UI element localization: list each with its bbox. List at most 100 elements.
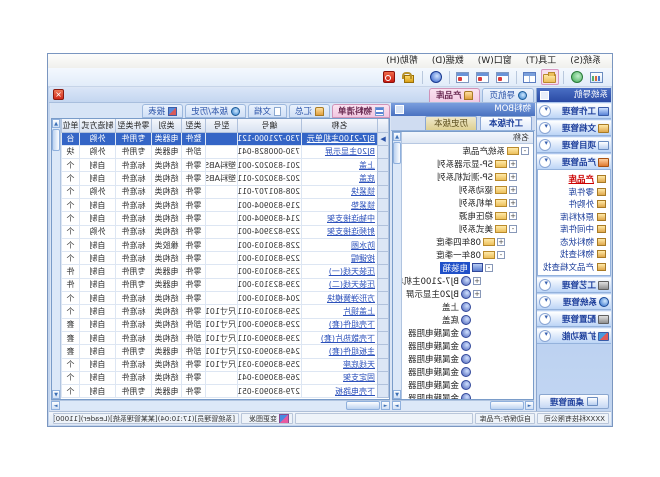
tree-node[interactable]: + 单机系列 (402, 196, 533, 209)
chevron-down-icon[interactable] (539, 139, 551, 151)
tree-node[interactable]: - 美式系列 (402, 222, 533, 235)
calendar-icon[interactable] (494, 69, 512, 85)
expander-icon[interactable]: + (509, 173, 517, 181)
tree-node[interactable]: + 驱动系列 (402, 183, 533, 196)
tree-node[interactable]: + 稳压电源 (402, 209, 533, 222)
version-tab[interactable]: 历史版本 (425, 116, 477, 130)
tree-node[interactable]: 金属膜电阻器 (402, 326, 533, 339)
menu-item[interactable]: 帮助(H) (379, 55, 425, 68)
expander-icon[interactable]: - (509, 225, 517, 233)
table-row[interactable]: 锁紧垫 219-830904-001 零件 结构类 标准件 自制 个 (62, 198, 389, 211)
table-icon[interactable] (521, 69, 539, 85)
expander-icon[interactable]: + (473, 290, 481, 298)
cell-name[interactable]: 固定支架 (302, 371, 378, 384)
scroll-thumb[interactable] (490, 401, 524, 410)
calendar-icon[interactable] (474, 69, 492, 85)
expander-icon[interactable]: - (485, 264, 493, 272)
menu-item[interactable]: 工具(T) (519, 55, 564, 68)
tree-node[interactable]: 金属膜电阻器 (402, 391, 533, 399)
table-row[interactable]: 射频连接支架 229-823904-001 零件 结构类 标准件 外购 个 (62, 225, 389, 238)
scroll-right-icon[interactable]: ► (51, 401, 60, 410)
expander-icon[interactable]: + (509, 186, 517, 194)
expander-icon[interactable]: - (497, 251, 505, 259)
tree-node[interactable]: + BJ20主显示屏 (402, 287, 533, 300)
cell-name[interactable]: 下壳组件(套) (302, 318, 378, 331)
cell-name[interactable]: 锁紧垫 (302, 198, 378, 211)
table-row[interactable]: 天线底座 259-830903-031 尺寸1010 零件 结构类 标准件 自制… (62, 358, 389, 371)
expander-icon[interactable]: + (509, 212, 517, 220)
globe-green-icon[interactable] (568, 69, 586, 85)
sphere-help-icon[interactable] (427, 69, 445, 85)
chart-icon[interactable] (588, 69, 606, 85)
menu-item[interactable]: 数据(D) (425, 55, 471, 68)
cell-name[interactable]: 压装天线(二) (302, 278, 378, 291)
chevron-down-icon[interactable] (539, 330, 551, 342)
table-row[interactable]: 防水圈 228-830103-001 零件 橡胶类 标准件 自制 个 (62, 238, 389, 251)
cell-name[interactable]: 下壳电路板 (302, 385, 378, 398)
cell-name[interactable]: BJ20主显示屏 (302, 145, 378, 158)
sidebar-header-icon[interactable] (540, 91, 549, 100)
sidebar-group-bar[interactable]: 工作管理 (537, 103, 611, 119)
close-icon[interactable]: × (53, 89, 64, 100)
expander-icon[interactable]: - (521, 147, 529, 155)
cell-name[interactable]: 中轴连接支架 (302, 212, 378, 225)
table-vertical-scrollbar[interactable]: ▲ ▼ (52, 119, 61, 399)
scroll-down-icon[interactable]: ▼ (52, 390, 60, 399)
table-row[interactable]: 固定支架 269-830903-041 零件 结构类 标准件 自制 个 (62, 371, 389, 384)
tree-node[interactable]: + SP-测试机系列 (402, 170, 533, 183)
scroll-thumb[interactable] (52, 129, 60, 151)
sidebar-item[interactable]: 原材料库 (538, 211, 610, 224)
scroll-left-icon[interactable]: ◄ (381, 401, 390, 410)
expander-icon[interactable]: + (497, 238, 505, 246)
table-row[interactable]: 下壳散热片(套) 239-830903-011 尺寸1010 部件 结构类 标准… (62, 331, 389, 344)
grid-view-button[interactable]: 报表 (142, 104, 183, 118)
tree-node[interactable]: + BJ7-2100主机单元 (402, 274, 533, 287)
tree-node[interactable]: + 08年四季度 (402, 235, 533, 248)
sidebar-group-bar[interactable]: 项目管理 (537, 137, 611, 153)
sidebar-group-bar[interactable]: 文档管理 (537, 120, 611, 136)
table-row[interactable]: BJ20主显示屏 730-000828-041 部件 电器类 专用件 外购 块 (62, 145, 389, 158)
scroll-up-icon[interactable]: ▲ (393, 132, 401, 141)
cell-name[interactable]: 上盖 (302, 159, 378, 172)
tree-node[interactable]: 底盖 (402, 313, 533, 326)
column-header[interactable]: 型号 (206, 119, 238, 132)
column-header[interactable]: 类型 (182, 119, 206, 132)
cell-name[interactable]: 压装天线(一) (302, 265, 378, 278)
sidebar-item[interactable]: 物料查找 (538, 248, 610, 261)
table-horizontal-scrollbar[interactable]: ◄ ► (51, 400, 390, 410)
version-tab[interactable]: 工作版本 (480, 116, 532, 130)
sidebar-item[interactable]: 产品文档查找 (538, 261, 610, 274)
document-tab[interactable]: 导航页 (482, 88, 534, 102)
expander-icon[interactable]: + (509, 160, 517, 168)
sidebar-item[interactable]: 中间件库 (538, 223, 610, 236)
tree-node[interactable]: 上盖 (402, 300, 533, 313)
sidebar-item[interactable]: 产品库 (538, 173, 610, 186)
power-exit-icon[interactable] (380, 69, 398, 85)
tree-node[interactable]: - 电装箱 (402, 261, 533, 274)
sidebar-bottom-tab[interactable]: 桌面管理 (539, 394, 609, 409)
table-row[interactable]: 下壳组件(套) 229-830903-001 尺寸1010 部件 结构类 标准件… (62, 318, 389, 331)
calendar-icon[interactable] (454, 69, 472, 85)
menu-item[interactable]: 窗口(W) (471, 55, 519, 68)
cell-name[interactable]: 天线底座 (302, 358, 378, 371)
tree-vertical-scrollbar[interactable]: ▲ ▼ (393, 132, 402, 399)
tree-node[interactable]: 金属膜电阻器 (402, 378, 533, 391)
grid-view-button[interactable]: 物料清单 (332, 104, 390, 118)
scroll-thumb[interactable] (346, 401, 380, 410)
cell-name[interactable]: 主板组件(套) (302, 345, 378, 358)
table-row[interactable]: 主板组件(套) 249-830903-021 尺寸1010 部件 电器类 专用件… (62, 345, 389, 358)
cell-name[interactable]: BJ7-2100主机单元 (302, 132, 378, 145)
table-row[interactable]: 中轴连接支架 214-830904-001 零件 结构类 标准件 自制 个 (62, 212, 389, 225)
table-row[interactable]: 上盖 201-830202-001 塑料ABS 零件 结构类 标准件 自制 个 (62, 159, 389, 172)
tree-node[interactable]: 金属膜电阻器 (402, 352, 533, 365)
sidebar-group-bar[interactable]: 工艺管理 (537, 277, 611, 293)
menu-item[interactable]: 系统(S) (563, 55, 608, 68)
sidebar-item[interactable]: 物料状态 (538, 236, 610, 249)
sidebar-group-bar[interactable]: 扩展功能 (537, 328, 611, 344)
column-header[interactable]: 制造方式 (80, 119, 116, 132)
chevron-down-icon[interactable] (539, 156, 551, 168)
table-row[interactable]: 压装天线(一) 235-830103-001 零件 电器类 专用件 自制 件 (62, 265, 389, 278)
lock-icon[interactable] (400, 69, 418, 85)
tree-node[interactable]: + SP-显示器系列 (402, 157, 533, 170)
scroll-left-icon[interactable]: ◄ (525, 401, 534, 410)
